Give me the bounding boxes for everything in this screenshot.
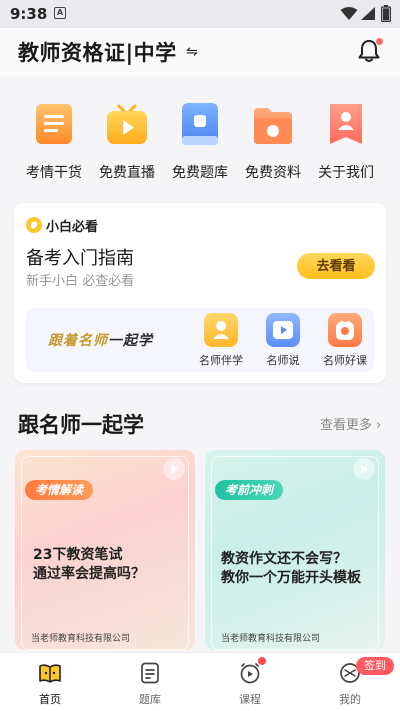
folder-icon [251, 100, 295, 148]
tab-label: 题库 [139, 693, 161, 706]
quick-link-question-bank[interactable]: 免费题库 [160, 100, 240, 182]
mentor-icon [204, 313, 238, 347]
course-org: 当老师教育科技有限公司 [31, 634, 131, 644]
news-book-icon [32, 100, 76, 148]
live-tv-icon [105, 100, 149, 148]
beginner-guide-card: 小白必看 备考入门指南 新手小白 必查必看 去看看 跟着名师一起学 名师伴学 名… [14, 203, 386, 383]
quick-link-news[interactable]: 考情干货 [14, 100, 94, 182]
tab-label: 课程 [239, 693, 261, 706]
wifi-icon [340, 7, 358, 20]
app-header: 教师资格证|中学 ⇋ [0, 28, 400, 76]
shortcut-mentor-study[interactable]: 名师伴学 [190, 313, 252, 368]
question-bank-tab-icon [138, 661, 162, 685]
status-time: 9:38 [10, 5, 48, 23]
quick-link-live[interactable]: 免费直播 [87, 100, 167, 182]
shortcut-label: 名师说 [266, 354, 300, 367]
bottom-tab-bar: 首页 题库 课程 签到 我的 [0, 652, 400, 711]
tab-profile[interactable]: 签到 我的 [300, 653, 400, 711]
course-org: 当老师教育科技有限公司 [221, 634, 321, 644]
course-badge: 考情解读 [25, 480, 94, 500]
quick-link-label: 考情干货 [26, 165, 82, 181]
battery-icon [381, 5, 391, 22]
guide-title[interactable]: 备考入门指南 [26, 244, 134, 270]
slogan-highlight: 跟着名师 [48, 333, 108, 349]
home-book-icon [38, 661, 62, 685]
mentor-strip: 跟着名师一起学 名师伴学 名师说 名师好课 [26, 308, 374, 372]
shortcut-mentor-courses[interactable]: 名师好课 [314, 313, 376, 368]
course-card[interactable]: 考前冲刺 教资作文还不会写？ 教你一个万能开头模板 当老师教育科技有限公司 [205, 450, 385, 650]
switch-exam-icon[interactable]: ⇋ [186, 44, 198, 60]
go-see-button[interactable]: 去看看 [297, 253, 375, 279]
play-icon [353, 458, 375, 480]
slogan-rest: 一起学 [108, 333, 153, 349]
unread-dot [258, 657, 266, 665]
quick-link-materials[interactable]: 免费资料 [233, 100, 313, 182]
course-card[interactable]: 考情解读 23下教资笔试 通过率会提高吗？ 当老师教育科技有限公司 [15, 450, 195, 650]
section-title: 跟名师一起学 [18, 413, 144, 437]
course-title: 教资作文还不会写？ 教你一个万能开头模板 [221, 550, 379, 588]
sign-in-badge[interactable]: 签到 [356, 657, 394, 675]
quick-link-label: 关于我们 [318, 165, 374, 181]
compass-icon [26, 217, 42, 233]
video-play-icon [266, 313, 300, 347]
course-badge: 考前冲刺 [215, 480, 284, 500]
view-more-link[interactable]: 查看更多 › [320, 414, 381, 433]
play-icon [163, 458, 185, 480]
tab-label: 首页 [39, 693, 61, 706]
shortcut-label: 名师伴学 [199, 354, 243, 367]
tab-courses[interactable]: 课程 [200, 653, 300, 711]
course-title-line: 23下教资笔试 通过率会提高吗？ [33, 547, 145, 582]
quick-link-label: 免费直播 [99, 165, 155, 181]
page-title[interactable]: 教师资格证|中学 [18, 37, 177, 67]
mentor-slogan: 跟着名师一起学 [48, 330, 153, 350]
course-clock-icon [238, 657, 266, 685]
tab-label: 我的 [339, 693, 361, 706]
course-title-line: 教资作文还不会写？ 教你一个万能开头模板 [221, 551, 361, 586]
quick-link-label: 免费资料 [245, 165, 301, 181]
notification-bell-button[interactable] [356, 38, 383, 68]
course-title: 23下教资笔试 通过率会提高吗？ [33, 546, 191, 584]
quick-links: 考情干货 免费直播 免费题库 免费资料 关于我们 [0, 100, 400, 190]
quick-link-label: 免费题库 [172, 165, 228, 181]
shortcut-mentor-talks[interactable]: 名师说 [252, 313, 314, 368]
notification-dot [376, 38, 383, 45]
card-tag: 小白必看 [46, 220, 99, 235]
quick-link-about[interactable]: 关于我们 [306, 100, 386, 182]
tab-home[interactable]: 首页 [0, 653, 100, 711]
tab-question-bank[interactable]: 题库 [100, 653, 200, 711]
question-bank-icon [178, 100, 222, 148]
signal-icon [361, 7, 375, 20]
about-us-icon [324, 100, 368, 148]
shortcut-label: 名师好课 [323, 354, 367, 367]
guide-subtitle: 新手小白 必查必看 [26, 274, 135, 289]
status-bar: 9:38 A [0, 0, 400, 28]
good-course-icon [328, 313, 362, 347]
notification-icon: A [54, 7, 66, 19]
